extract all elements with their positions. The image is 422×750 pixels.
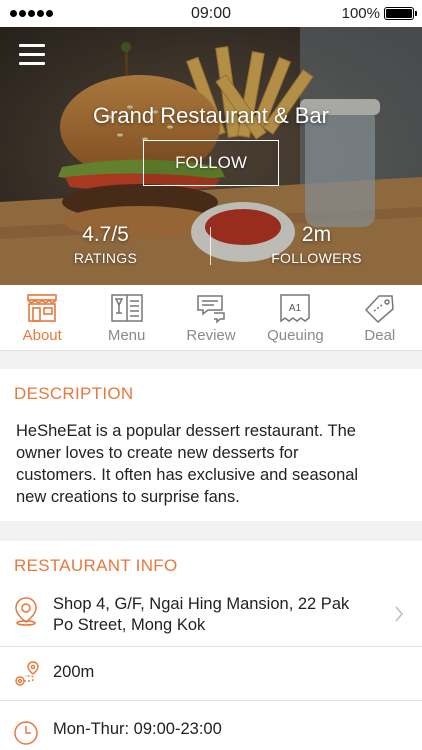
description-line: HeSheEat is a popular dessert restaurant… bbox=[16, 422, 356, 440]
ratings-label: RATINGS bbox=[73, 250, 138, 266]
route-distance-icon bbox=[15, 661, 39, 686]
restaurant-info-title: RESTAURANT INFO bbox=[14, 556, 178, 575]
followers-label: FOLLOWERS bbox=[271, 250, 362, 266]
ratings-value: 4.7/5 bbox=[82, 223, 129, 246]
distance-text: 200m bbox=[53, 663, 95, 681]
address-row[interactable]: Shop 4, G/F, Ngai Hing Mansion, 22 Pak P… bbox=[0, 585, 422, 645]
restaurant-name: Grand Restaurant & Bar bbox=[92, 103, 329, 128]
tab-deal[interactable]: Deal bbox=[338, 285, 422, 350]
tab-menu-label: Menu bbox=[107, 327, 146, 344]
svg-text:A1: A1 bbox=[289, 303, 302, 314]
follow-button[interactable]: FOLLOW bbox=[143, 140, 279, 186]
address-text: Shop 4, G/F, Ngai Hing Mansion, 22 Pak P… bbox=[53, 594, 349, 636]
address-line: Shop 4, G/F, Ngai Hing Mansion, 22 Pak bbox=[53, 595, 350, 613]
hamburger-menu-icon[interactable] bbox=[19, 44, 45, 66]
battery-percent: 100% bbox=[341, 5, 380, 22]
address-line: Po Street, Mong Kok bbox=[53, 616, 206, 634]
followers-value: 2m bbox=[301, 223, 332, 246]
description-line: customers. It often has exclusive and se… bbox=[16, 466, 359, 484]
battery-icon bbox=[384, 7, 417, 20]
tab-deal-label: Deal bbox=[364, 327, 396, 344]
description-title: DESCRIPTION bbox=[14, 384, 134, 403]
chevron-right-icon bbox=[395, 606, 403, 622]
tab-queuing[interactable]: A1 Queuing bbox=[253, 285, 337, 350]
opening-hours-text: Mon-Thur: 09:00-23:00 bbox=[53, 720, 222, 738]
price-tag-icon bbox=[364, 295, 394, 323]
battery-status: 100% bbox=[341, 5, 417, 22]
opening-hours-row: Mon-Thur: 09:00-23:00 bbox=[0, 701, 422, 750]
tab-queuing-label: Queuing bbox=[267, 327, 324, 344]
followers-stat: 2m FOLLOWERS bbox=[211, 223, 422, 266]
restaurant-info-card: RESTAURANT INFO Shop 4, G/F, Ngai Hing M… bbox=[0, 541, 422, 750]
tab-about-label: About bbox=[22, 327, 62, 344]
menu-book-icon bbox=[110, 294, 143, 322]
location-pin-icon bbox=[15, 597, 37, 626]
tab-about[interactable]: About bbox=[0, 285, 84, 350]
tab-review[interactable]: Review bbox=[169, 285, 253, 350]
tab-menu[interactable]: Menu bbox=[84, 285, 168, 350]
status-bar: 09:00 100% bbox=[0, 0, 422, 27]
tab-bar: About Menu Review A1 Queuing Deal bbox=[0, 285, 422, 351]
signal-strength-icon bbox=[10, 10, 53, 17]
description-text: HeSheEat is a popular dessert restaurant… bbox=[0, 404, 422, 508]
description-line: new creations to surprise fans. bbox=[16, 488, 240, 506]
description-line: owner loves to create new desserts for bbox=[16, 444, 299, 462]
chat-bubbles-icon bbox=[197, 295, 225, 323]
clock-icon bbox=[14, 721, 38, 745]
restaurant-hero: Grand Restaurant & Bar FOLLOW 4.7/5 RATI… bbox=[0, 27, 422, 285]
storefront-icon bbox=[27, 294, 58, 322]
distance-row: 200m bbox=[0, 647, 422, 699]
ratings-stat: 4.7/5 RATINGS bbox=[0, 223, 211, 266]
queue-ticket-icon: A1 bbox=[280, 294, 311, 323]
description-card: DESCRIPTION HeSheEat is a popular desser… bbox=[0, 369, 422, 521]
tab-review-label: Review bbox=[186, 327, 236, 344]
